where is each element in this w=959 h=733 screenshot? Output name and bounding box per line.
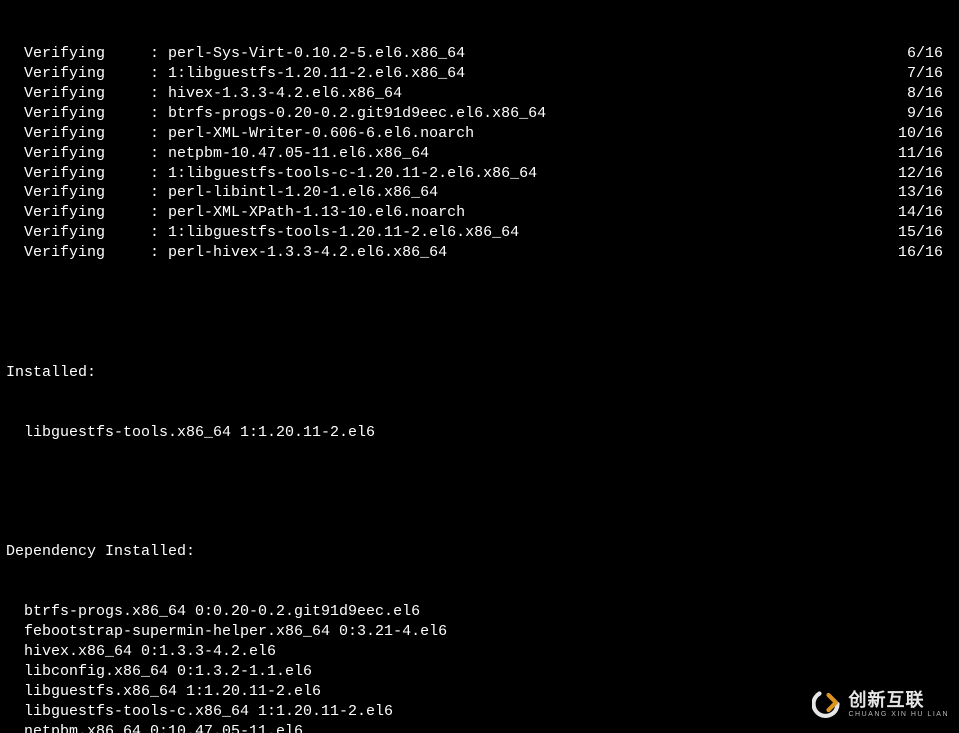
dependency-list: btrfs-progs.x86_64 0:0.20-0.2.git91d9eec… <box>6 602 953 733</box>
blank-line <box>6 483 953 503</box>
dependency-item: libguestfs-tools-c.x86_64 1:1.20.11-2.el… <box>6 702 953 722</box>
verify-count: 9/16 <box>907 104 953 124</box>
verify-count: 11/16 <box>898 144 953 164</box>
dependency-item: hivex.x86_64 0:1.3.3-4.2.el6 <box>6 642 953 662</box>
verify-count: 12/16 <box>898 164 953 184</box>
verify-left: Verifying : perl-hivex-1.3.3-4.2.el6.x86… <box>6 243 447 263</box>
verify-row: Verifying : 1:libguestfs-tools-1.20.11-2… <box>6 223 953 243</box>
verify-row: Verifying : perl-XML-XPath-1.13-10.el6.n… <box>6 203 953 223</box>
installed-header: Installed: <box>6 363 953 383</box>
terminal-output: Verifying : perl-Sys-Virt-0.10.2-5.el6.x… <box>0 0 959 733</box>
verify-count: 8/16 <box>907 84 953 104</box>
dependency-header: Dependency Installed: <box>6 542 953 562</box>
verify-row: Verifying : hivex-1.3.3-4.2.el6.x86_64 8/… <box>6 84 953 104</box>
verify-row: Verifying : perl-Sys-Virt-0.10.2-5.el6.x… <box>6 44 953 64</box>
dependency-item: netpbm.x86_64 0:10.47.05-11.el6 <box>6 722 953 733</box>
verify-left: Verifying : perl-XML-XPath-1.13-10.el6.n… <box>6 203 465 223</box>
verify-count: 16/16 <box>898 243 953 263</box>
dependency-item: btrfs-progs.x86_64 0:0.20-0.2.git91d9eec… <box>6 602 953 622</box>
blank-line <box>6 303 953 323</box>
verify-count: 15/16 <box>898 223 953 243</box>
verify-left: Verifying : perl-libintl-1.20-1.el6.x86_… <box>6 183 438 203</box>
verify-row: Verifying : perl-XML-Writer-0.606-6.el6.… <box>6 124 953 144</box>
verify-left: Verifying : 1:libguestfs-1.20.11-2.el6.x… <box>6 64 465 84</box>
verify-count: 6/16 <box>907 44 953 64</box>
verify-row: Verifying : perl-libintl-1.20-1.el6.x86_… <box>6 183 953 203</box>
installed-item: libguestfs-tools.x86_64 1:1.20.11-2.el6 <box>6 423 953 443</box>
verify-count: 13/16 <box>898 183 953 203</box>
verify-row: Verifying : netpbm-10.47.05-11.el6.x86_6… <box>6 144 953 164</box>
verify-block: Verifying : perl-Sys-Virt-0.10.2-5.el6.x… <box>6 44 953 263</box>
dependency-item: libconfig.x86_64 0:1.3.2-1.1.el6 <box>6 662 953 682</box>
verify-row: Verifying : btrfs-progs-0.20-0.2.git91d9… <box>6 104 953 124</box>
verify-row: Verifying : 1:libguestfs-tools-c-1.20.11… <box>6 164 953 184</box>
verify-left: Verifying : 1:libguestfs-tools-1.20.11-2… <box>6 223 519 243</box>
verify-left: Verifying : hivex-1.3.3-4.2.el6.x86_64 <box>6 84 402 104</box>
dependency-item: febootstrap-supermin-helper.x86_64 0:3.2… <box>6 622 953 642</box>
verify-row: Verifying : perl-hivex-1.3.3-4.2.el6.x86… <box>6 243 953 263</box>
verify-count: 7/16 <box>907 64 953 84</box>
verify-count: 14/16 <box>898 203 953 223</box>
installed-list: libguestfs-tools.x86_64 1:1.20.11-2.el6 <box>6 423 953 443</box>
verify-left: Verifying : btrfs-progs-0.20-0.2.git91d9… <box>6 104 546 124</box>
verify-row: Verifying : 1:libguestfs-1.20.11-2.el6.x… <box>6 64 953 84</box>
verify-left: Verifying : perl-Sys-Virt-0.10.2-5.el6.x… <box>6 44 465 64</box>
dependency-item: libguestfs.x86_64 1:1.20.11-2.el6 <box>6 682 953 702</box>
verify-left: Verifying : netpbm-10.47.05-11.el6.x86_6… <box>6 144 429 164</box>
verify-left: Verifying : 1:libguestfs-tools-c-1.20.11… <box>6 164 537 184</box>
verify-left: Verifying : perl-XML-Writer-0.606-6.el6.… <box>6 124 474 144</box>
verify-count: 10/16 <box>898 124 953 144</box>
